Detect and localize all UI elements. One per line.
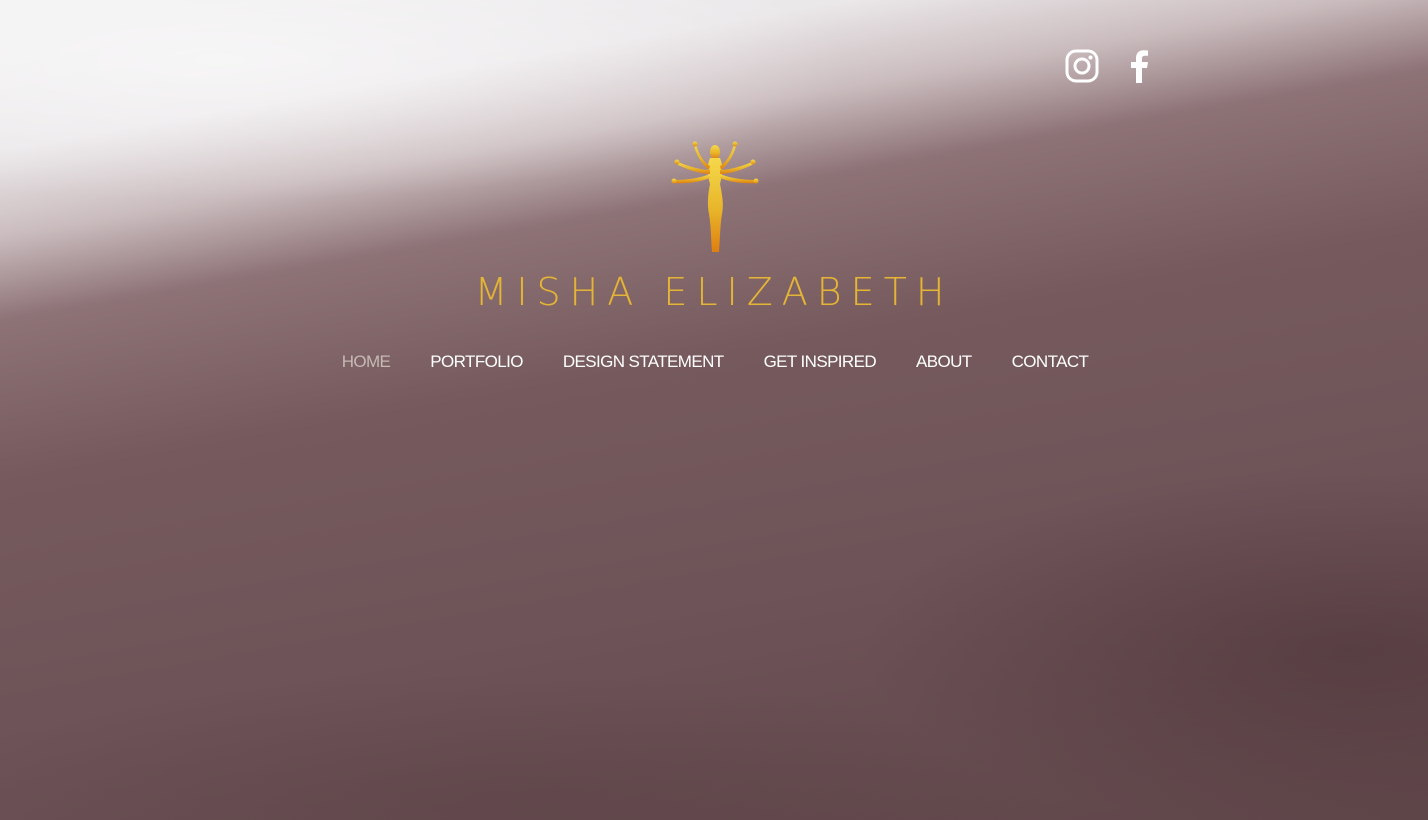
nav-item-get-inspired[interactable]: GET INSPIRED	[764, 352, 877, 372]
main-nav: HOME PORTFOLIO DESIGN STATEMENT GET INSP…	[0, 352, 1428, 372]
facebook-link[interactable]	[1122, 48, 1158, 84]
nav-item-home[interactable]: HOME	[342, 352, 391, 372]
nav-item-about[interactable]: ABOUT	[916, 352, 972, 372]
instagram-link[interactable]	[1064, 48, 1100, 84]
nav-item-portfolio[interactable]: PORTFOLIO	[430, 352, 523, 372]
nav-item-contact[interactable]: CONTACT	[1012, 352, 1089, 372]
hero-background-shading	[0, 0, 1428, 820]
instagram-icon	[1065, 49, 1099, 83]
brand-name[interactable]: MISHA ELIZABETH	[0, 270, 1428, 314]
social-links	[1064, 48, 1158, 84]
nav-item-design-statement[interactable]: DESIGN STATEMENT	[563, 352, 724, 372]
golden-goddess-figure-icon	[671, 141, 759, 252]
facebook-icon	[1131, 50, 1148, 83]
